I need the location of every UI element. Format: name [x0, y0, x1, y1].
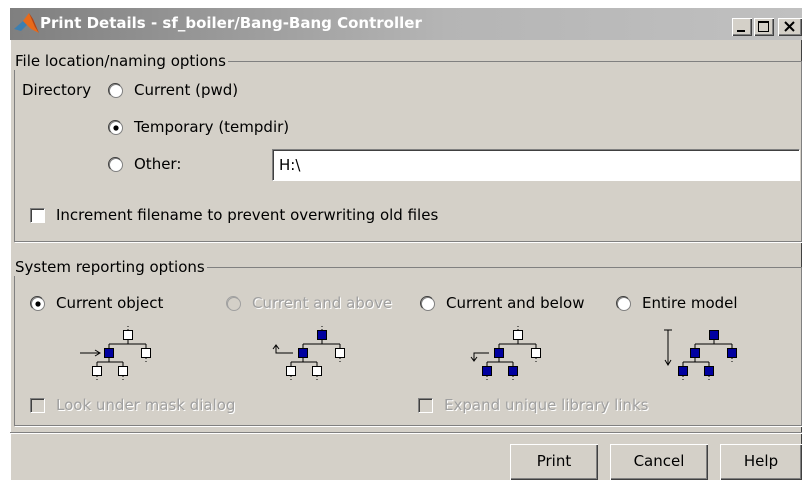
file-options-legend: File location/naming options [15, 52, 226, 70]
button-bar-separator [10, 432, 802, 434]
system-options-legend: System reporting options [15, 258, 205, 276]
maximize-button[interactable] [754, 18, 774, 36]
directory-label: Directory [22, 81, 92, 99]
maximize-icon [758, 21, 769, 32]
radio-entire-model[interactable] [616, 296, 632, 312]
minimize-icon [737, 30, 745, 32]
radio-entire-model-label[interactable]: Entire model [642, 294, 738, 312]
hierarchy-current-and-below-icon [470, 326, 541, 382]
look-under-mask-label: Look under mask dialog [56, 396, 236, 414]
radio-current-object[interactable] [30, 296, 46, 312]
hierarchy-current-object-icon [80, 326, 151, 382]
print-details-dialog: Print Details - sf_boiler/Bang-Bang Cont… [10, 8, 802, 480]
hierarchy-entire-model-icon [664, 329, 737, 382]
cancel-button[interactable]: Cancel [610, 444, 708, 480]
radio-current-object-label[interactable]: Current object [56, 294, 163, 312]
radio-temporary-tempdir[interactable] [108, 120, 124, 136]
close-icon [784, 21, 795, 32]
expand-library-links-label: Expand unique library links [444, 396, 649, 414]
window-title: Print Details - sf_boiler/Bang-Bang Cont… [40, 14, 422, 32]
radio-other[interactable] [108, 157, 124, 173]
radio-current-and-below-label[interactable]: Current and below [446, 294, 584, 312]
radio-current-and-above [226, 296, 241, 311]
close-button[interactable] [778, 18, 802, 36]
expand-library-links-checkbox [418, 398, 433, 413]
radio-current-pwd[interactable] [108, 83, 124, 99]
radio-temporary-label[interactable]: Temporary (tempdir) [134, 118, 289, 136]
title-bar[interactable]: Print Details - sf_boiler/Bang-Bang Cont… [10, 8, 802, 40]
radio-current-pwd-label[interactable]: Current (pwd) [134, 81, 238, 99]
print-button[interactable]: Print [510, 444, 598, 480]
hierarchy-current-and-above-icon [272, 326, 345, 382]
help-button[interactable]: Help [720, 444, 802, 480]
increment-filename-label[interactable]: Increment filename to prevent overwritin… [56, 206, 438, 224]
radio-current-and-below[interactable] [420, 296, 436, 312]
matlab-logo-icon [14, 13, 39, 33]
minimize-button[interactable] [732, 18, 752, 36]
radio-other-label[interactable]: Other: [134, 155, 181, 173]
look-under-mask-checkbox [30, 398, 45, 413]
radio-current-and-above-label: Current and above [252, 294, 393, 312]
increment-filename-checkbox[interactable] [30, 208, 45, 223]
other-directory-input[interactable] [272, 149, 800, 181]
